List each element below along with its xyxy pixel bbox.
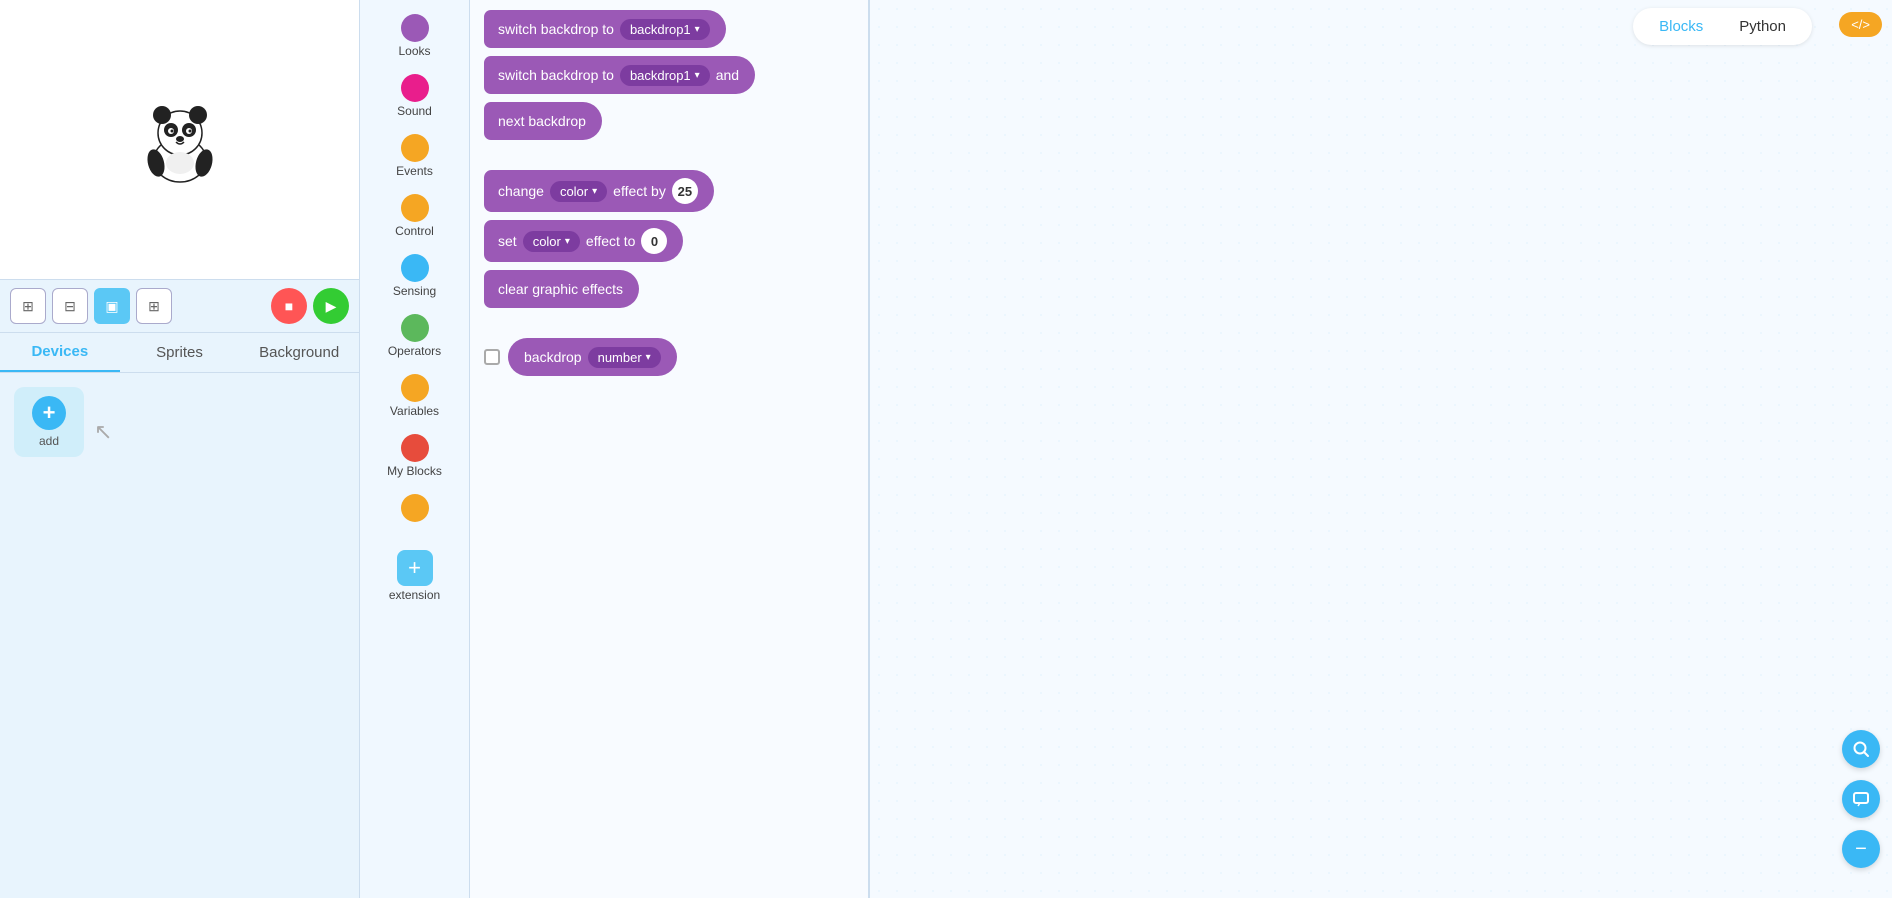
block-change-color[interactable]: change color ▾ effect by 25 <box>484 170 714 212</box>
search-icon <box>1852 740 1870 758</box>
tab-devices[interactable]: Devices <box>0 333 120 372</box>
tab-sprites[interactable]: Sprites <box>120 333 240 372</box>
block-set-color[interactable]: set color ▾ effect to 0 <box>484 220 683 262</box>
color-dropdown-2[interactable]: color ▾ <box>523 231 580 252</box>
sound-dot <box>401 74 429 102</box>
extension-label: extension <box>389 588 440 602</box>
block-set-text: set <box>498 233 517 249</box>
comment-icon <box>1852 790 1870 808</box>
category-operators[interactable]: Operators <box>360 308 469 364</box>
canvas-area[interactable]: Blocks Python </> − <box>870 0 1892 898</box>
tab-python[interactable]: Python <box>1721 12 1804 41</box>
block-switch-backdrop-wait[interactable]: switch backdrop to backdrop1 ▾ and <box>484 56 755 94</box>
category-panel: Looks Sound Events Control Sensing Opera… <box>360 0 470 898</box>
sound-label: Sound <box>397 104 432 118</box>
add-circle-icon: + <box>32 396 66 430</box>
sensing-dot <box>401 254 429 282</box>
set-value[interactable]: 0 <box>641 228 667 254</box>
stop-button[interactable]: ■ <box>271 288 307 324</box>
entity-tabs: Devices Sprites Background <box>0 333 359 373</box>
block-clear-text: clear graphic effects <box>498 281 623 297</box>
layout-btn-3[interactable]: ▣ <box>94 288 130 324</box>
cursor-indicator: ↖ <box>94 419 112 445</box>
looks-label: Looks <box>398 44 430 58</box>
backdrop-dropdown-2[interactable]: backdrop1 ▾ <box>620 65 710 86</box>
block-and-text: and <box>716 67 739 83</box>
add-label: add <box>39 434 59 448</box>
color-dropdown-1[interactable]: color ▾ <box>550 181 607 202</box>
category-control[interactable]: Control <box>360 188 469 244</box>
variables-dot <box>401 374 429 402</box>
minus-fab[interactable]: − <box>1842 830 1880 868</box>
block-text: switch backdrop to <box>498 21 614 37</box>
block-switch-backdrop[interactable]: switch backdrop to backdrop1 ▾ <box>484 10 726 48</box>
block-backdrop-number[interactable]: backdrop number ▾ <box>508 338 677 376</box>
block-change-text: change <box>498 183 544 199</box>
control-dot <box>401 194 429 222</box>
comment-fab[interactable] <box>1842 780 1880 818</box>
operators-label: Operators <box>388 344 441 358</box>
block-effect-to-text: effect to <box>586 233 636 249</box>
block-effect-by-text: effect by <box>613 183 666 199</box>
block-next-backdrop[interactable]: next backdrop <box>484 102 602 140</box>
go-button[interactable]: ▶ <box>313 288 349 324</box>
control-label: Control <box>395 224 434 238</box>
myblocks-label: My Blocks <box>387 464 442 478</box>
category-events[interactable]: Events <box>360 128 469 184</box>
extra-dot <box>401 494 429 522</box>
extension-plus-icon: + <box>397 550 433 586</box>
block-backdrop-reporter-row: backdrop number ▾ <box>484 338 677 376</box>
left-panel: ⊞ ⊟ ▣ ⊞ ■ ▶ Devices Sprites Background +… <box>0 0 360 898</box>
layout-btn-4[interactable]: ⊞ <box>136 288 172 324</box>
sensing-label: Sensing <box>393 284 436 298</box>
add-device-card[interactable]: + add <box>14 387 84 457</box>
mode-tabs: Blocks Python <box>1633 8 1812 45</box>
block-text-2: switch backdrop to <box>498 67 614 83</box>
events-dot <box>401 134 429 162</box>
fab-buttons: − <box>1842 730 1880 868</box>
backdrop-reporter-checkbox[interactable] <box>484 349 500 365</box>
looks-dot <box>401 14 429 42</box>
events-label: Events <box>396 164 433 178</box>
variables-label: Variables <box>390 404 439 418</box>
operators-dot <box>401 314 429 342</box>
tab-blocks[interactable]: Blocks <box>1641 12 1721 41</box>
category-looks[interactable]: Looks <box>360 8 469 64</box>
myblocks-dot <box>401 434 429 462</box>
layout-btn-1[interactable]: ⊞ <box>10 288 46 324</box>
category-sensing[interactable]: Sensing <box>360 248 469 304</box>
block-next-text: next backdrop <box>498 113 586 129</box>
toolbar: ⊞ ⊟ ▣ ⊞ ■ ▶ <box>0 280 359 333</box>
backdrop-text: backdrop <box>524 349 582 365</box>
orange-code-badge[interactable]: </> <box>1839 12 1882 37</box>
category-extension[interactable]: + extension <box>360 540 469 608</box>
minus-icon: − <box>1855 839 1867 859</box>
category-variables[interactable]: Variables <box>360 368 469 424</box>
search-fab[interactable] <box>1842 730 1880 768</box>
block-clear-effects[interactable]: clear graphic effects <box>484 270 639 308</box>
category-extra[interactable] <box>360 488 469 530</box>
panda-sprite <box>140 95 220 185</box>
sprite-preview <box>0 0 359 280</box>
blocks-panel: switch backdrop to backdrop1 ▾ switch ba… <box>470 0 870 898</box>
tab-background[interactable]: Background <box>239 333 359 372</box>
sprites-area: + add ↖ <box>0 373 359 898</box>
backdrop-prop-dropdown[interactable]: number ▾ <box>588 347 661 368</box>
category-sound[interactable]: Sound <box>360 68 469 124</box>
backdrop-dropdown-1[interactable]: backdrop1 ▾ <box>620 19 710 40</box>
category-myblocks[interactable]: My Blocks <box>360 428 469 484</box>
change-value[interactable]: 25 <box>672 178 698 204</box>
layout-btn-2[interactable]: ⊟ <box>52 288 88 324</box>
